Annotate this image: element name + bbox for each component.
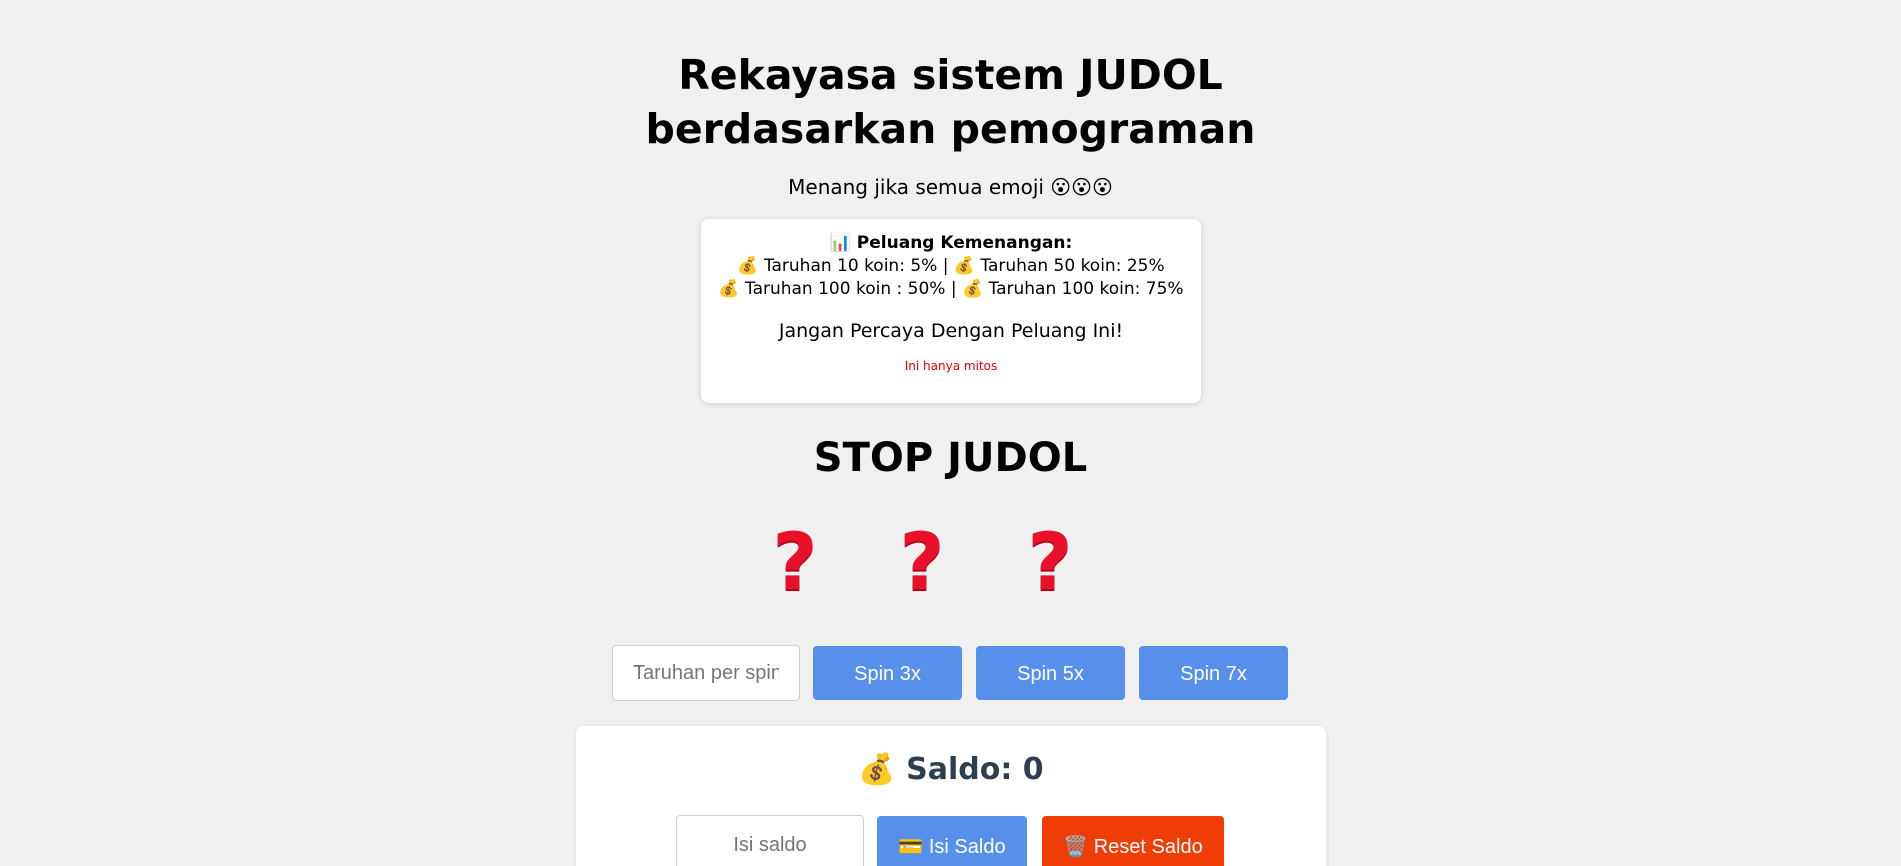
isi-saldo-input[interactable]	[676, 815, 864, 866]
reel-2-question-icon: ?	[899, 518, 945, 608]
odds-line-2: 💰 Taruhan 100 koin : 50% | 💰 Taruhan 100…	[718, 279, 1184, 299]
page: Rekayasa sistem JUDOL berdasarkan pemogr…	[0, 0, 1901, 866]
myth-note: Ini hanya mitos	[904, 359, 998, 373]
reset-saldo-button[interactable]: 🗑️ Reset Saldo	[1042, 816, 1224, 866]
odds-line-1: 💰 Taruhan 10 koin: 5% | 💰 Taruhan 50 koi…	[737, 256, 1165, 276]
spin-5x-button[interactable]: Spin 5x	[976, 646, 1125, 700]
win-rule-text: Menang jika semua emoji 😮😮😮	[788, 175, 1113, 199]
saldo-display: 💰 Saldo: 0	[858, 752, 1044, 787]
reel-3-question-icon: ?	[1027, 518, 1073, 608]
odds-warning: Jangan Percaya Dengan Peluang Ini!	[778, 320, 1124, 342]
reel-1-question-icon: ?	[772, 518, 818, 608]
odds-card: 📊 Peluang Kemenangan: 💰 Taruhan 10 koin:…	[701, 219, 1201, 403]
slot-reels: ? ? ?	[760, 518, 1141, 608]
spin-3x-button[interactable]: Spin 3x	[813, 646, 962, 700]
spin-7x-button[interactable]: Spin 7x	[1139, 646, 1288, 700]
page-title: Rekayasa sistem JUDOL berdasarkan pemogr…	[645, 51, 1256, 153]
bet-per-spin-input[interactable]	[612, 645, 800, 701]
isi-saldo-button[interactable]: 💳 Isi Saldo	[877, 816, 1027, 866]
odds-title: 📊 Peluang Kemenangan:	[829, 233, 1073, 253]
stop-judol-heading: STOP JUDOL	[813, 435, 1088, 481]
saldo-card: 💰 Saldo: 0 💳 Isi Saldo 🗑️ Reset Saldo	[576, 726, 1326, 866]
